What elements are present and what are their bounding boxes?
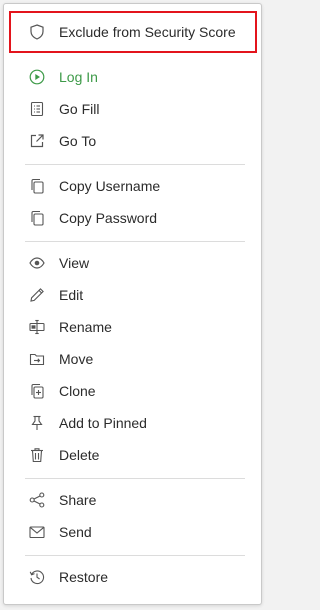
menu-item-label: Clone xyxy=(59,383,96,399)
menu-item-label: Send xyxy=(59,524,92,540)
menu-item-send[interactable]: Send xyxy=(4,516,261,548)
history-icon xyxy=(28,568,46,586)
clone-icon xyxy=(28,382,46,400)
menu-divider xyxy=(25,478,245,479)
menu-item-restore[interactable]: Restore xyxy=(4,561,261,593)
menu-item-label: Restore xyxy=(59,569,109,585)
menu-item-log-in[interactable]: Log In xyxy=(4,61,261,93)
menu-item-label: View xyxy=(59,255,90,271)
copy-icon xyxy=(28,209,46,227)
menu-item-label: Edit xyxy=(59,287,84,303)
menu-item-go-to[interactable]: Go To xyxy=(4,125,261,157)
menu-item-label: Exclude from Security Score xyxy=(59,24,236,40)
menu-divider xyxy=(25,164,245,165)
menu-item-label: Move xyxy=(59,351,94,367)
menu-item-label: Delete xyxy=(59,447,100,463)
menu-item-label: Share xyxy=(59,492,97,508)
menu-item-label: Copy Password xyxy=(59,210,158,226)
menu-item-label: Rename xyxy=(59,319,112,335)
menu-item-label: Add to Pinned xyxy=(59,415,147,431)
menu-item-copy-username[interactable]: Copy Username xyxy=(4,170,261,202)
copy-icon xyxy=(28,177,46,195)
form-list-icon xyxy=(28,100,46,118)
menu-item-label: Log In xyxy=(59,69,98,85)
menu-item-label: Go Fill xyxy=(59,101,100,117)
eye-icon xyxy=(28,254,46,272)
menu-item-move[interactable]: Move xyxy=(4,343,261,375)
move-folder-icon xyxy=(28,350,46,368)
pin-icon xyxy=(28,414,46,432)
menu-item-clone[interactable]: Clone xyxy=(4,375,261,407)
pencil-icon xyxy=(28,286,46,304)
menu-item-go-fill[interactable]: Go Fill xyxy=(4,93,261,125)
menu-item-label: Go To xyxy=(59,133,97,149)
play-circle-icon xyxy=(28,68,46,86)
menu-item-copy-password[interactable]: Copy Password xyxy=(4,202,261,234)
rename-icon xyxy=(28,318,46,336)
menu-item-delete[interactable]: Delete xyxy=(4,439,261,471)
menu-item-share[interactable]: Share xyxy=(4,484,261,516)
trash-icon xyxy=(28,446,46,464)
share-icon xyxy=(28,491,46,509)
shield-icon xyxy=(28,23,46,41)
menu-item-edit[interactable]: Edit xyxy=(4,279,261,311)
menu-item-label: Copy Username xyxy=(59,178,161,194)
menu-item-view[interactable]: View xyxy=(4,247,261,279)
menu-divider xyxy=(25,241,245,242)
menu-item-rename[interactable]: Rename xyxy=(4,311,261,343)
menu-item-add-to-pinned[interactable]: Add to Pinned xyxy=(4,407,261,439)
menu-divider xyxy=(25,555,245,556)
envelope-icon xyxy=(28,523,46,541)
external-link-icon xyxy=(28,132,46,150)
context-menu: Exclude from Security Score Log In Go Fi… xyxy=(3,3,262,605)
menu-item-exclude-from-security-score[interactable]: Exclude from Security Score xyxy=(4,16,261,48)
